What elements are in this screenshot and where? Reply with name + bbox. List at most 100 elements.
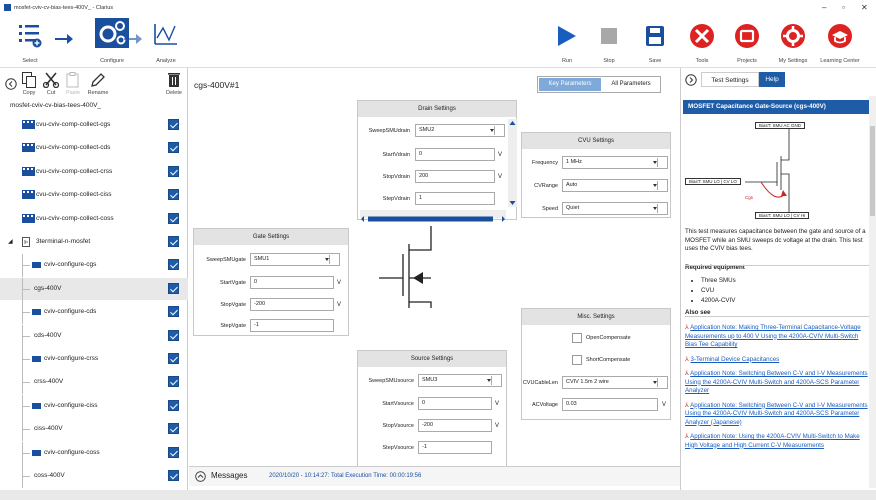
tree-item-checkbox[interactable] [168, 423, 179, 435]
help-link-item[interactable]: ⅄ Application Note: Switching Between C-… [685, 402, 871, 428]
tab-test-settings[interactable]: Test Settings [701, 72, 759, 87]
step-vsource-input[interactable]: -1 [418, 441, 492, 454]
sweep-smu-drain-label: SweepSMUdrain [368, 128, 410, 134]
copy-button[interactable]: Copy [20, 72, 38, 96]
short-compensate-checkbox[interactable] [572, 355, 582, 365]
help-link-item[interactable]: ⅄ Application Note: Making Three-Termina… [685, 324, 871, 350]
cut-button[interactable]: Cut [42, 72, 60, 96]
help-link-item[interactable]: ⅄ Application Note: Switching Between C-… [685, 370, 871, 396]
tree-item[interactable]: cvu-cviv-comp-collect-crss [0, 161, 188, 183]
tree-item[interactable]: cgs-400V [0, 277, 188, 301]
tree-item-checkbox[interactable] [168, 399, 179, 411]
help-link-item[interactable]: ⅄ Application Note: Using the 4200A-CVIV… [685, 433, 871, 451]
frequency-select[interactable]: 1 MHz [562, 156, 668, 169]
expand-arrow-icon[interactable]: ◢ [8, 238, 13, 245]
analyze-button[interactable]: Analyze [148, 20, 184, 64]
drain-horizontal-scrollbar[interactable] [360, 210, 506, 222]
tree-item[interactable]: crss-400V [0, 371, 188, 395]
rename-label: Rename [87, 90, 109, 96]
stop-vdrain-input[interactable]: 200 [415, 170, 495, 183]
tree-item-label: cviv-configure-crss [44, 355, 99, 362]
sweep-smu-source-select[interactable]: SMU3 [418, 374, 502, 387]
collapse-left-icon[interactable] [5, 78, 17, 90]
expand-up-icon[interactable] [195, 471, 206, 482]
start-vgate-unit: V [337, 280, 342, 286]
tree-item[interactable]: coss-400V [0, 465, 188, 488]
all-parameters-button[interactable]: All Parameters [602, 78, 660, 91]
close-button[interactable]: ✕ [861, 3, 868, 12]
tree-item-checkbox[interactable] [168, 306, 179, 318]
my-settings-button[interactable]: My Settings [772, 22, 814, 64]
start-vsource-input[interactable]: 0 [418, 397, 492, 410]
tab-help[interactable]: Help [759, 72, 785, 87]
tree-item-label: cviv-configure-cgs [44, 261, 97, 269]
tree-item[interactable]: cviv-configure-cds [0, 301, 188, 325]
save-button[interactable]: Save [644, 24, 666, 64]
tree-item[interactable]: cviv-configure-cgs [0, 254, 188, 278]
sweep-smu-drain-select[interactable]: SMU2 [415, 124, 505, 137]
tree-item[interactable]: ciss-400V [0, 418, 188, 442]
tree-item[interactable]: cviv-configure-coss [0, 441, 188, 465]
cvu-cable-len-select[interactable]: CVIV 1.5m 2 wire [562, 376, 668, 389]
drain-settings-panel: Drain Settings SweepSMUdrain SMU2 StartVd… [357, 100, 517, 222]
tree-item-checkbox[interactable] [168, 376, 179, 388]
tree-item-checkbox[interactable] [168, 446, 179, 458]
help-link-list: ⅄ Application Note: Making Three-Termina… [685, 324, 871, 457]
start-vdrain-input[interactable]: 0 [415, 148, 495, 161]
stop-vgate-input[interactable]: -200 [250, 298, 334, 311]
maximize-button[interactable]: ▫ [842, 3, 845, 12]
minimize-button[interactable]: – [822, 3, 826, 12]
key-parameters-button[interactable]: Key Parameters [539, 78, 601, 91]
learning-center-button[interactable]: Learning Center [814, 22, 866, 64]
tree-item[interactable]: cviv-configure-ciss [0, 394, 188, 418]
open-compensate-checkbox[interactable] [572, 333, 582, 343]
tree-item-checkbox[interactable] [168, 212, 179, 224]
help-scrollbar[interactable] [869, 96, 876, 488]
tree-item[interactable]: cvu-cviv-comp-collect-coss [0, 208, 188, 230]
tree-item[interactable]: cvu-cviv-comp-collect-ciss [0, 184, 188, 206]
stop-vsource-input[interactable]: -200 [418, 419, 492, 432]
stop-vdrain-label: StopVdrain [382, 174, 410, 180]
drain-vertical-scrollbar[interactable] [508, 119, 517, 207]
tree-item-checkbox[interactable] [168, 282, 179, 294]
tree-item[interactable]: cviv-configure-crss [0, 348, 188, 371]
projects-button[interactable]: Projects [730, 22, 764, 64]
tree-item-checkbox[interactable] [168, 142, 179, 154]
sweep-smu-gate-select[interactable]: SMU1 [250, 253, 340, 266]
tree-item[interactable]: cds-400V [0, 324, 188, 348]
tree-item[interactable]: cvu-cviv-comp-collect-cds [0, 137, 188, 159]
help-heading: MOSFET Capacitance Gate-Source (cgs-400V… [683, 100, 869, 114]
paste-button[interactable]: Paste [63, 72, 83, 96]
ac-voltage-input[interactable]: 0.03 [562, 398, 658, 411]
speed-select[interactable]: Quiet [562, 202, 668, 215]
help-scroll-thumb[interactable] [870, 126, 875, 216]
stop-button[interactable]: Stop [598, 24, 620, 64]
tree-item-checkbox[interactable] [168, 189, 179, 201]
stop-label: Stop [603, 58, 615, 64]
help-link-item[interactable]: ⅄ 3-Terminal Device Capacitances [685, 356, 871, 365]
equipment-item: 4200A-CVIV [701, 296, 736, 306]
step-vdrain-input[interactable]: 1 [415, 192, 495, 205]
misc-settings-header: Misc. Settings [522, 309, 670, 325]
tree-item-checkbox[interactable] [168, 165, 179, 177]
tree-item-checkbox[interactable] [168, 119, 179, 130]
cvrange-select[interactable]: Auto [562, 179, 668, 192]
tree-item[interactable]: cvu-cviv-comp-collect-cgs [0, 114, 188, 136]
tree-item-checkbox[interactable] [168, 353, 179, 364]
step-vgate-input[interactable]: -1 [250, 319, 334, 332]
delete-button[interactable]: Delete [164, 72, 184, 96]
run-button[interactable]: Run [556, 24, 578, 64]
start-vgate-input[interactable]: 0 [250, 276, 334, 289]
tree-item-checkbox[interactable] [168, 470, 179, 481]
learning-center-icon [828, 24, 852, 48]
tree-item-checkbox[interactable] [168, 329, 179, 341]
collapse-right-icon[interactable] [685, 74, 697, 86]
tools-button[interactable]: Tools [688, 22, 716, 64]
rename-button[interactable]: Rename [84, 72, 112, 96]
tree-item-checkbox[interactable] [168, 259, 179, 271]
tree-item-checkbox[interactable] [168, 236, 179, 247]
tree-item[interactable]: ◢ 3terminal-n-mosfet [0, 231, 188, 253]
test-configuration-area: cgs-400V#1 Key Parameters All Parameters… [189, 68, 679, 490]
play-icon [558, 26, 576, 46]
select-button[interactable]: Select [12, 20, 48, 64]
